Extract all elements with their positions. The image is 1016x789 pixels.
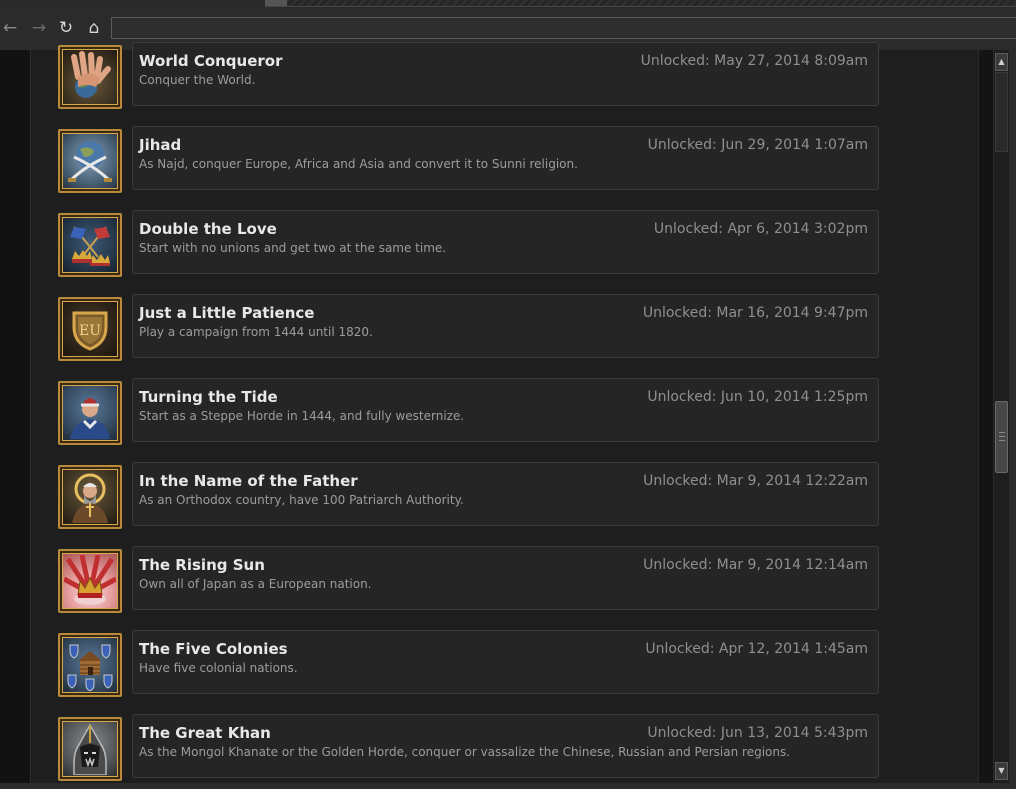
achievement-unlock-date: Unlocked: Mar 9, 2014 12:14am bbox=[643, 557, 868, 573]
achievement-row: World Conqueror Conquer the World. Unloc… bbox=[58, 42, 879, 109]
window-right-edge bbox=[1009, 50, 1016, 789]
achievement-row: Jihad As Najd, conquer Europe, Africa an… bbox=[58, 126, 879, 193]
page-viewport: World Conqueror Conquer the World. Unloc… bbox=[0, 42, 1016, 789]
achievement-row: The Great Khan As the Mongol Khanate or … bbox=[58, 714, 879, 781]
achievement-description: Conquer the World. bbox=[139, 73, 256, 87]
window-bottom-edge bbox=[0, 783, 1016, 789]
achievement-row: EU Just a Little Patience Play a campaig… bbox=[58, 294, 879, 361]
achievement-card: Jihad As Najd, conquer Europe, Africa an… bbox=[132, 126, 879, 190]
achievement-row: Double the Love Start with no unions and… bbox=[58, 210, 879, 277]
achievement-title: Jihad bbox=[139, 136, 182, 154]
achievement-description: As an Orthodox country, have 100 Patriar… bbox=[139, 493, 464, 507]
forward-icon[interactable]: → bbox=[29, 18, 49, 38]
achievement-unlock-date: Unlocked: Apr 12, 2014 1:45am bbox=[645, 641, 868, 657]
achievement-card: Just a Little Patience Play a campaign f… bbox=[132, 294, 879, 358]
achievement-description: Start as a Steppe Horde in 1444, and ful… bbox=[139, 409, 465, 423]
achievement-description: As Najd, conquer Europe, Africa and Asia… bbox=[139, 157, 578, 171]
achievement-title: Just a Little Patience bbox=[139, 304, 315, 322]
patriarch-icon bbox=[58, 465, 122, 529]
achievement-unlock-date: Unlocked: Mar 9, 2014 12:22am bbox=[643, 473, 868, 489]
achievement-row: The Five Colonies Have five colonial nat… bbox=[58, 630, 879, 697]
achievement-description: Have five colonial nations. bbox=[139, 661, 298, 675]
home-icon[interactable]: ⌂ bbox=[84, 18, 104, 38]
achievement-unlock-date: Unlocked: Mar 16, 2014 9:47pm bbox=[642, 305, 868, 321]
scrollbar-track[interactable] bbox=[995, 72, 1008, 152]
window-top-strip bbox=[0, 0, 1016, 8]
achievement-unlock-date: Unlocked: May 27, 2014 8:09am bbox=[640, 53, 868, 69]
achievement-description: Own all of Japan as a European nation. bbox=[139, 577, 372, 591]
rising-sun-crown-icon bbox=[58, 549, 122, 613]
achievement-title: The Rising Sun bbox=[139, 556, 265, 574]
eu-shield-icon: EU bbox=[58, 297, 122, 361]
achievement-row: In the Name of the Father As an Orthodox… bbox=[58, 462, 879, 529]
crossed-flags-crowns-icon bbox=[58, 213, 122, 277]
back-icon[interactable]: ← bbox=[0, 18, 20, 38]
achievement-unlock-date: Unlocked: Jun 29, 2014 1:07am bbox=[647, 137, 868, 153]
achievement-unlock-date: Unlocked: Apr 6, 2014 3:02pm bbox=[653, 221, 868, 237]
globe-crossed-swords-icon bbox=[58, 129, 122, 193]
achievement-row: Turning the Tide Start as a Steppe Horde… bbox=[58, 378, 879, 445]
reload-icon[interactable]: ↻ bbox=[56, 18, 76, 38]
achievement-card: The Great Khan As the Mongol Khanate or … bbox=[132, 714, 879, 778]
achievement-description: As the Mongol Khanate or the Golden Hord… bbox=[139, 745, 791, 759]
left-gutter bbox=[0, 50, 31, 789]
achievement-title: The Five Colonies bbox=[139, 640, 288, 658]
tab-strip bbox=[265, 0, 1016, 7]
achievement-title: Double the Love bbox=[139, 220, 277, 238]
scroll-up-icon[interactable]: ▲ bbox=[995, 53, 1008, 71]
address-bar[interactable] bbox=[111, 17, 1016, 39]
achievement-card: The Five Colonies Have five colonial nat… bbox=[132, 630, 879, 694]
achievement-card: In the Name of the Father As an Orthodox… bbox=[132, 462, 879, 526]
achievement-title: Turning the Tide bbox=[139, 388, 278, 406]
achievement-title: In the Name of the Father bbox=[139, 472, 358, 490]
vertical-scrollbar[interactable]: ▲ ▼ bbox=[993, 50, 1009, 783]
right-gutter bbox=[979, 50, 993, 789]
achievement-title: World Conqueror bbox=[139, 52, 283, 70]
svg-text:EU: EU bbox=[79, 323, 101, 339]
achievement-description: Play a campaign from 1444 until 1820. bbox=[139, 325, 373, 339]
hand-globe-icon bbox=[58, 45, 122, 109]
scrollbar-thumb[interactable] bbox=[995, 401, 1008, 473]
achievement-unlock-date: Unlocked: Jun 10, 2014 1:25pm bbox=[647, 389, 868, 405]
achievement-description: Start with no unions and get two at the … bbox=[139, 241, 447, 255]
achievement-card: Turning the Tide Start as a Steppe Horde… bbox=[132, 378, 879, 442]
achievement-row: The Rising Sun Own all of Japan as a Eur… bbox=[58, 546, 879, 613]
achievement-card: The Rising Sun Own all of Japan as a Eur… bbox=[132, 546, 879, 610]
turbaned-noble-icon bbox=[58, 381, 122, 445]
scroll-down-icon[interactable]: ▼ bbox=[995, 762, 1008, 780]
khan-helmet-icon bbox=[58, 717, 122, 781]
achievement-title: The Great Khan bbox=[139, 724, 271, 742]
achievement-card: World Conqueror Conquer the World. Unloc… bbox=[132, 42, 879, 106]
achievement-card: Double the Love Start with no unions and… bbox=[132, 210, 879, 274]
browser-tab[interactable] bbox=[265, 0, 287, 6]
colony-shields-icon bbox=[58, 633, 122, 697]
achievement-unlock-date: Unlocked: Jun 13, 2014 5:43pm bbox=[647, 725, 868, 741]
